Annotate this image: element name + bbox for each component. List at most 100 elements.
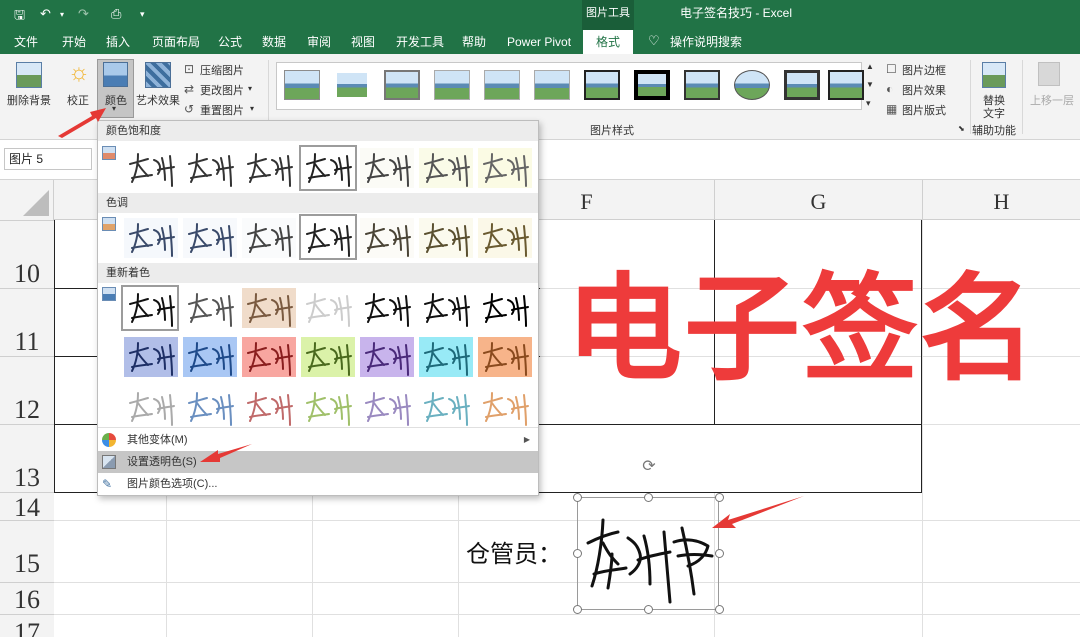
color-swatch[interactable] <box>242 337 296 377</box>
picture-layout[interactable]: 图片版式 <box>902 102 946 118</box>
color-swatch[interactable] <box>360 148 414 188</box>
resize-handle[interactable] <box>644 493 653 502</box>
row-header-12[interactable]: 12 <box>0 356 54 424</box>
change-picture[interactable]: 更改图片 <box>200 82 244 98</box>
customize-qat-icon[interactable]: ▾ <box>140 9 145 20</box>
picture-style-option[interactable] <box>484 70 520 100</box>
picture-style-option[interactable] <box>684 70 720 100</box>
row-header-10[interactable]: 10 <box>0 220 54 288</box>
picture-style-option[interactable] <box>784 70 820 100</box>
select-all-corner[interactable] <box>0 180 54 220</box>
resize-handle[interactable] <box>573 549 582 558</box>
color-swatch[interactable] <box>183 148 237 188</box>
row-header-11[interactable]: 11 <box>0 288 54 356</box>
menu-item-picture-color-options[interactable]: ✎ 图片颜色选项(C)... <box>98 473 538 495</box>
color-swatch[interactable] <box>242 148 296 188</box>
picture-style-option[interactable] <box>284 70 320 100</box>
color-swatch[interactable] <box>478 337 532 377</box>
gallery-up-icon[interactable]: ▲ <box>866 62 874 71</box>
color-swatch[interactable] <box>124 387 178 427</box>
picture-style-option[interactable] <box>434 70 470 100</box>
resize-handle[interactable] <box>715 549 724 558</box>
print-preview-icon[interactable]: ⎙ <box>111 6 121 22</box>
color-swatch[interactable] <box>419 337 473 377</box>
picture-style-option[interactable] <box>634 70 670 100</box>
name-box[interactable]: 图片 5 <box>4 148 92 170</box>
tab-home[interactable]: 开始 <box>62 34 86 50</box>
remove-background-label[interactable]: 删除背景 <box>7 92 51 108</box>
picture-border[interactable]: 图片边框 <box>902 62 946 78</box>
color-swatch[interactable] <box>478 387 532 427</box>
reset-picture[interactable]: 重置图片 <box>200 102 244 118</box>
tab-developer[interactable]: 开发工具 <box>396 34 444 50</box>
color-swatch[interactable] <box>183 387 237 427</box>
picture-style-option[interactable] <box>534 70 570 100</box>
undo-dropdown-icon[interactable]: ▾ <box>60 10 64 19</box>
color-swatch[interactable] <box>478 148 532 188</box>
tab-formulas[interactable]: 公式 <box>218 34 242 50</box>
color-swatch[interactable] <box>242 387 296 427</box>
tab-format[interactable]: 格式 <box>583 30 633 54</box>
color-swatch[interactable] <box>242 218 296 258</box>
picture-style-option[interactable] <box>828 70 864 100</box>
color-swatch[interactable] <box>242 288 296 328</box>
picture-effects[interactable]: 图片效果 <box>902 82 946 98</box>
undo-icon[interactable]: ↶ <box>40 6 51 22</box>
compress-pictures[interactable]: 压缩图片 <box>200 62 244 78</box>
artistic-effects-icon[interactable] <box>145 62 171 88</box>
color-swatch[interactable] <box>419 218 473 258</box>
column-header-g[interactable]: G <box>714 180 922 220</box>
color-swatch[interactable] <box>301 387 355 427</box>
color-swatch[interactable] <box>360 337 414 377</box>
color-swatch[interactable] <box>360 288 414 328</box>
color-swatch[interactable] <box>301 288 355 328</box>
tab-review[interactable]: 审阅 <box>307 34 331 50</box>
column-header-h[interactable]: H <box>922 180 1080 220</box>
tab-file[interactable]: 文件 <box>14 34 38 50</box>
menu-item-set-transparent-color[interactable]: 设置透明色(S) <box>98 451 538 473</box>
color-swatch[interactable] <box>124 148 178 188</box>
tell-me-search[interactable]: 操作说明搜索 <box>670 34 742 50</box>
menu-item-more-variations[interactable]: 其他变体(M) ▶ <box>98 429 538 451</box>
row-header-13[interactable]: 13 <box>0 424 54 492</box>
color-swatch[interactable] <box>419 288 473 328</box>
picture-style-option[interactable] <box>584 70 620 100</box>
color-swatch[interactable] <box>183 218 237 258</box>
gallery-more-icon[interactable]: ▾ <box>866 98 871 109</box>
row-header-14[interactable]: 14 <box>0 492 54 522</box>
picture-style-option[interactable] <box>384 70 420 100</box>
tab-data[interactable]: 数据 <box>262 34 286 50</box>
color-swatch[interactable] <box>124 337 178 377</box>
sun-icon[interactable]: ☼ <box>66 60 92 86</box>
tab-view[interactable]: 视图 <box>351 34 375 50</box>
tab-page-layout[interactable]: 页面布局 <box>152 34 200 50</box>
tab-power-pivot[interactable]: Power Pivot <box>507 34 571 50</box>
gallery-down-icon[interactable]: ▼ <box>866 80 874 89</box>
color-swatch[interactable] <box>301 337 355 377</box>
artistic-effects-label[interactable]: 艺术效果 <box>136 92 180 108</box>
resize-handle[interactable] <box>715 605 724 614</box>
color-swatch[interactable] <box>360 218 414 258</box>
tab-insert[interactable]: 插入 <box>106 34 130 50</box>
resize-handle[interactable] <box>644 605 653 614</box>
save-icon[interactable]: 🖫 <box>14 6 25 28</box>
row-header-16[interactable]: 16 <box>0 582 54 614</box>
tab-help[interactable]: 帮助 <box>462 34 486 50</box>
dialog-launcher-icon[interactable]: ⬊ <box>958 124 965 133</box>
color-swatch[interactable] <box>419 148 473 188</box>
alt-text-label-2[interactable]: 文字 <box>983 105 1005 121</box>
picture-style-option[interactable] <box>334 70 370 100</box>
picture-style-option[interactable] <box>734 70 770 100</box>
color-swatch[interactable] <box>419 387 473 427</box>
color-swatch[interactable] <box>183 337 237 377</box>
color-swatch[interactable] <box>478 218 532 258</box>
resize-handle[interactable] <box>573 605 582 614</box>
alt-text-icon[interactable] <box>982 62 1006 88</box>
color-swatch[interactable] <box>478 288 532 328</box>
color-swatch[interactable] <box>124 218 178 258</box>
color-swatch[interactable] <box>360 387 414 427</box>
color-swatch[interactable] <box>183 288 237 328</box>
signature-picture[interactable] <box>573 493 724 614</box>
rotate-handle-icon[interactable]: ⟳ <box>640 458 658 476</box>
remove-background-icon[interactable] <box>16 62 42 88</box>
